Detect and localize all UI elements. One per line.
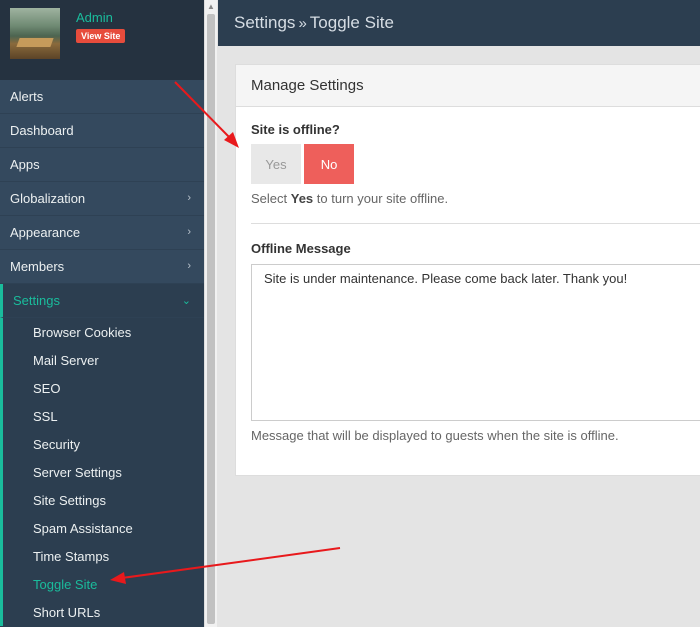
- offline-message-textarea[interactable]: Site is under maintenance. Please come b…: [251, 264, 700, 421]
- subnav-item-ssl[interactable]: SSL: [3, 402, 204, 430]
- sidebar-item-dashboard[interactable]: Dashboard: [0, 114, 204, 148]
- subnav-item-security[interactable]: Security: [3, 430, 204, 458]
- help-prefix: Select: [251, 191, 291, 206]
- chevron-right-icon: ›: [187, 260, 191, 272]
- scrollbar-thumb[interactable]: [207, 14, 215, 624]
- subnav-item-server-settings[interactable]: Server Settings: [3, 458, 204, 486]
- view-site-button[interactable]: View Site: [76, 29, 126, 43]
- yes-button[interactable]: Yes: [251, 144, 301, 184]
- offline-message-help: Message that will be displayed to guests…: [251, 428, 619, 443]
- subnav-item-mail-server[interactable]: Mail Server: [3, 346, 204, 374]
- breadcrumb-section[interactable]: Settings: [234, 13, 295, 33]
- avatar[interactable]: [10, 8, 60, 59]
- subnav-item-spam-assistance[interactable]: Spam Assistance: [3, 514, 204, 542]
- breadcrumb-separator-icon: »: [298, 14, 307, 32]
- subnav-item-browser-cookies[interactable]: Browser Cookies: [3, 318, 204, 346]
- sidebar-item-label: Apps: [10, 157, 40, 172]
- site-offline-label: Site is offline?: [251, 122, 340, 137]
- sidebar-nav: Alerts Dashboard Apps Globalization › App…: [0, 80, 204, 318]
- site-offline-toggle: Yes No: [251, 144, 354, 184]
- chevron-right-icon: ›: [187, 192, 191, 204]
- help-suffix: to turn your site offline.: [313, 191, 449, 206]
- sidebar-item-label: Members: [10, 259, 65, 274]
- subnav-item-seo[interactable]: SEO: [3, 374, 204, 402]
- profile-area: Admin View Site: [0, 0, 204, 80]
- sidebar-item-members[interactable]: Members ›: [0, 250, 204, 284]
- sidebar-item-globalization[interactable]: Globalization ›: [0, 182, 204, 216]
- panel-title: Manage Settings: [236, 65, 700, 107]
- manage-settings-panel: Manage Settings Site is offline? Yes No …: [235, 64, 700, 476]
- page-header: Settings » Toggle Site: [218, 0, 700, 46]
- subnav-item-toggle-site[interactable]: Toggle Site: [3, 570, 204, 598]
- no-button[interactable]: No: [304, 144, 354, 184]
- chevron-down-icon: ⌄: [181, 295, 191, 307]
- chevron-right-icon: ›: [187, 226, 191, 238]
- sidebar-item-label: Alerts: [10, 89, 44, 104]
- sidebar-item-label: Settings: [13, 293, 60, 308]
- sidebar: Admin View Site Alerts Dashboard Apps Gl…: [0, 0, 204, 627]
- offline-help-text: Select Yes to turn your site offline.: [251, 191, 448, 206]
- help-bold: Yes: [290, 191, 314, 206]
- sidebar-item-apps[interactable]: Apps: [0, 148, 204, 182]
- sidebar-item-label: Globalization: [10, 191, 86, 206]
- scroll-up-arrow-icon[interactable]: ▲: [207, 2, 215, 11]
- sidebar-item-label: Dashboard: [10, 123, 74, 138]
- offline-message-label: Offline Message: [251, 241, 351, 256]
- divider: [251, 223, 700, 224]
- sidebar-item-label: Appearance: [10, 225, 81, 240]
- subnav-item-short-urls[interactable]: Short URLs: [3, 598, 204, 626]
- admin-name-link[interactable]: Admin: [76, 10, 113, 25]
- settings-subnav: Browser Cookies Mail Server SEO SSL Secu…: [0, 318, 204, 626]
- sidebar-item-alerts[interactable]: Alerts: [0, 80, 204, 114]
- subnav-item-site-settings[interactable]: Site Settings: [3, 486, 204, 514]
- subnav-item-time-stamps[interactable]: Time Stamps: [3, 542, 204, 570]
- sidebar-item-appearance[interactable]: Appearance ›: [0, 216, 204, 250]
- breadcrumb-current: Toggle Site: [309, 13, 394, 32]
- sidebar-item-settings[interactable]: Settings ⌄: [0, 284, 204, 318]
- sidebar-scrollbar[interactable]: ▲: [204, 0, 217, 627]
